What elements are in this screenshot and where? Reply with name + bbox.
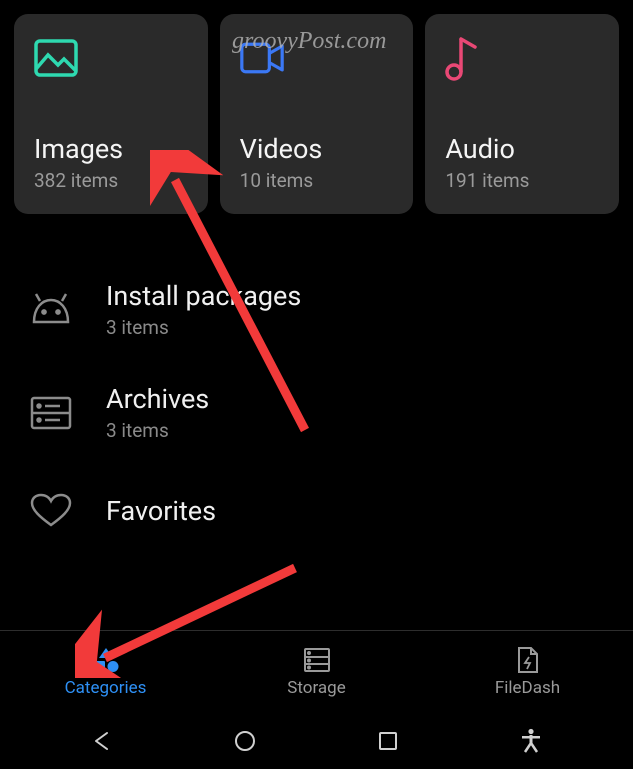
heart-icon	[26, 486, 76, 536]
videos-title: Videos	[240, 133, 394, 165]
audio-tile[interactable]: Audio 191 items	[425, 14, 619, 214]
archives-title: Archives	[106, 383, 607, 415]
categories-icon	[91, 646, 121, 674]
home-button[interactable]	[230, 726, 260, 756]
nav-storage[interactable]: Storage	[211, 631, 422, 712]
images-title: Images	[34, 133, 188, 165]
favorites-item[interactable]: Favorites	[14, 464, 619, 558]
videos-tile[interactable]: Videos 10 items	[220, 14, 414, 214]
install-packages-title: Install packages	[106, 280, 607, 312]
images-tile[interactable]: Images 382 items	[14, 14, 208, 214]
filedash-icon	[513, 646, 543, 674]
nav-categories[interactable]: Categories	[0, 631, 211, 712]
audio-icon	[445, 36, 489, 80]
images-subtitle: 382 items	[34, 169, 188, 192]
audio-title: Audio	[445, 133, 599, 165]
install-packages-subtitle: 3 items	[106, 316, 607, 339]
storage-icon	[302, 646, 332, 674]
archives-item[interactable]: Archives 3 items	[14, 361, 619, 464]
system-nav-bar	[0, 712, 633, 769]
audio-subtitle: 191 items	[445, 169, 599, 192]
favorites-title: Favorites	[106, 495, 607, 527]
nav-storage-label: Storage	[287, 678, 345, 698]
archive-icon	[26, 388, 76, 438]
archives-subtitle: 3 items	[106, 419, 607, 442]
category-tiles-row: Images 382 items Videos 10 items	[14, 14, 619, 214]
bottom-nav-bar: Categories Storage FileDash	[0, 630, 633, 712]
nav-categories-label: Categories	[65, 678, 147, 698]
nav-filedash-label: FileDash	[495, 678, 560, 698]
recents-button[interactable]	[373, 726, 403, 756]
content-area: Images 382 items Videos 10 items	[0, 0, 633, 630]
image-icon	[34, 36, 78, 80]
android-icon	[26, 285, 76, 335]
install-packages-item[interactable]: Install packages 3 items	[14, 258, 619, 361]
video-icon	[240, 36, 284, 80]
accessibility-button[interactable]	[516, 726, 546, 756]
nav-filedash[interactable]: FileDash	[422, 631, 633, 712]
back-button[interactable]	[87, 726, 117, 756]
videos-subtitle: 10 items	[240, 169, 394, 192]
category-list: Install packages 3 items Archives 3 item…	[14, 258, 619, 558]
